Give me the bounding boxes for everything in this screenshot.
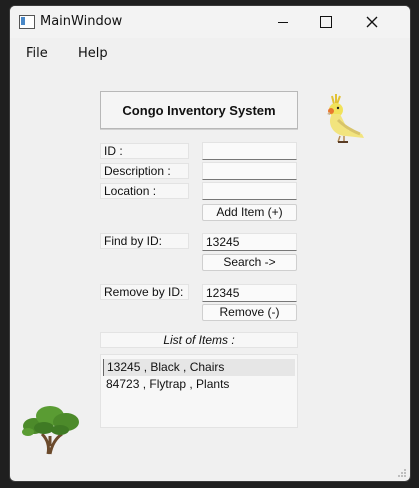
remove-by-id-label: Remove by ID: (100, 284, 189, 300)
list-item[interactable]: 13245 , Black , Chairs (103, 359, 295, 376)
add-item-button[interactable]: Add Item (+) (202, 204, 297, 221)
main-window: MainWindow File Help Congo Inventory Sys… (9, 5, 411, 482)
menu-help[interactable]: Help (78, 46, 108, 61)
remove-id-field[interactable]: 12345 (202, 284, 297, 302)
resize-grip-icon[interactable] (397, 468, 407, 478)
list-item[interactable]: 84723 , Flytrap , Plants (103, 376, 295, 393)
menu-file[interactable]: File (26, 46, 48, 61)
find-id-field[interactable]: 13245 (202, 233, 297, 251)
menu-bar: File Help (10, 38, 410, 68)
description-label: Description : (100, 163, 189, 179)
id-field[interactable] (202, 142, 297, 160)
find-by-id-label: Find by ID: (100, 233, 189, 249)
id-label: ID : (100, 143, 189, 159)
window-title: MainWindow (40, 14, 123, 29)
description-field[interactable] (202, 162, 297, 180)
maximize-button[interactable] (303, 6, 349, 38)
system-title-button[interactable]: Congo Inventory System (100, 91, 298, 129)
location-field[interactable] (202, 182, 297, 200)
minimize-button[interactable] (260, 6, 306, 38)
title-bar[interactable]: MainWindow (10, 6, 410, 38)
location-label: Location : (100, 183, 189, 199)
close-icon (366, 16, 378, 28)
cockatiel-icon (327, 94, 364, 143)
items-list[interactable]: 13245 , Black , Chairs 84723 , Flytrap ,… (100, 354, 298, 428)
tree-icon (22, 406, 79, 455)
search-button[interactable]: Search -> (202, 254, 297, 271)
remove-button[interactable]: Remove (-) (202, 304, 297, 321)
close-button[interactable] (349, 6, 395, 38)
list-title: List of Items : (100, 332, 298, 348)
window-app-icon (19, 15, 35, 29)
